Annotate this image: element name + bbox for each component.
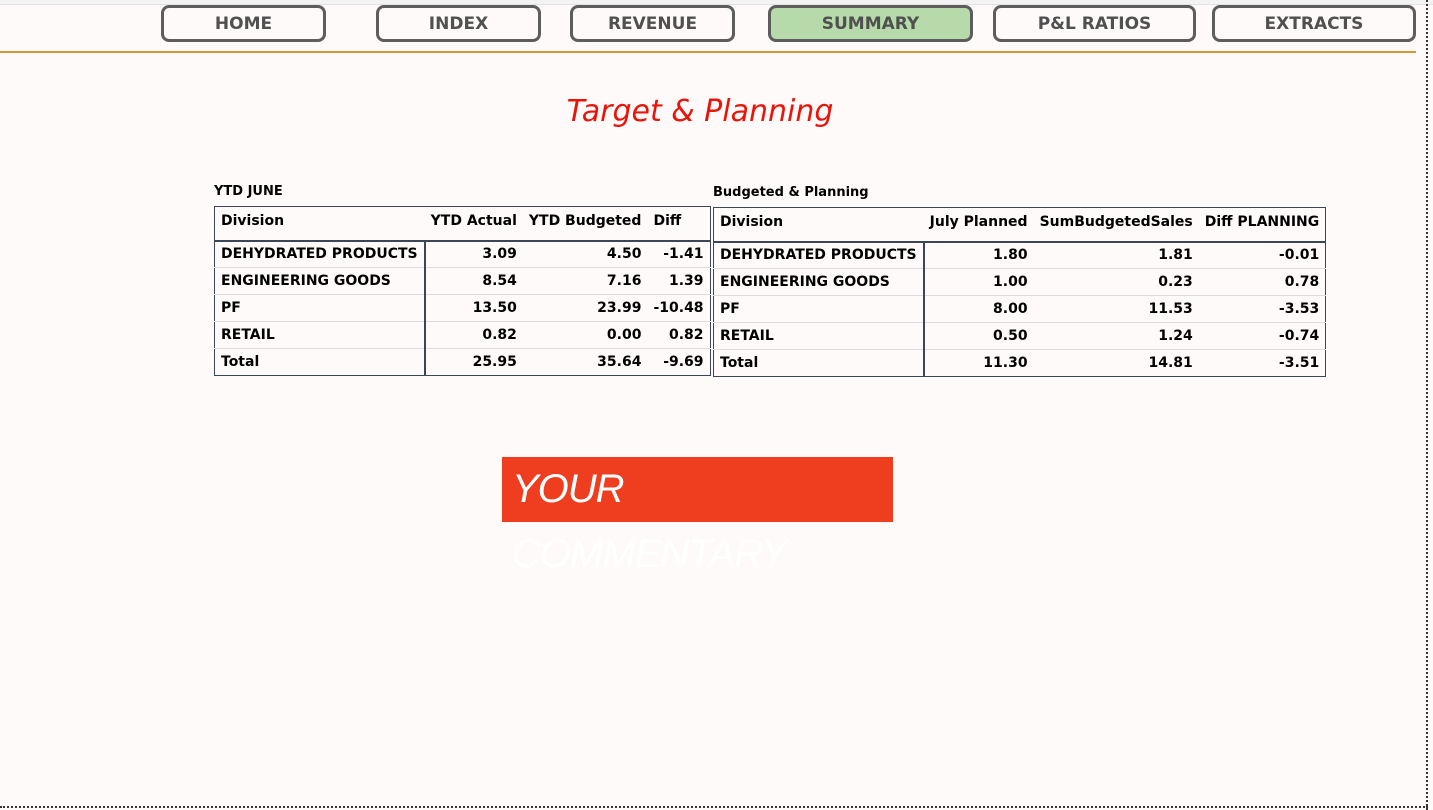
table-row[interactable]: PF 8.00 11.53 -3.53 [713, 295, 1326, 323]
table-header-row: Division July Planned SumBudgetedSales D… [713, 207, 1326, 243]
value-cell: 0.78 [1198, 268, 1326, 296]
total-value-cell: -3.51 [1278, 355, 1320, 371]
nav-revenue-button[interactable]: REVENUE [570, 5, 735, 42]
planning-table-label: Budgeted & Planning [713, 185, 869, 200]
nav-summary-button[interactable]: SUMMARY [768, 5, 973, 42]
planning-pivot-table[interactable]: Division July Planned SumBudgetedSales D… [713, 207, 1327, 377]
table-header-row: Division YTD Actual YTD Budgeted Diff [214, 206, 711, 242]
nav-extracts-button[interactable]: EXTRACTS [1212, 5, 1416, 42]
division-cell: ENGINEERING GOODS [214, 267, 426, 295]
value-cell: 11.53 [1033, 295, 1199, 323]
table-row[interactable]: RETAIL 0.82 0.00 0.82 [214, 321, 711, 349]
ytd-table-label: YTD JUNE [214, 184, 283, 199]
value-cell: 23.99 [522, 294, 648, 322]
column-header[interactable]: YTD Actual [424, 206, 523, 242]
value-cell: -1.41 [647, 240, 711, 268]
table-row[interactable]: RETAIL 0.50 1.24 -0.74 [713, 322, 1326, 350]
division-cell: RETAIL [713, 322, 925, 350]
value-cell: 7.16 [522, 267, 648, 295]
table-row[interactable]: ENGINEERING GOODS 1.00 0.23 0.78 [713, 268, 1326, 296]
column-header[interactable]: Division [713, 207, 924, 243]
table-total-row[interactable]: Total 25.95 35.64 -9.69 [214, 348, 711, 376]
value-cell: 3.09 [424, 240, 523, 268]
value-cell: 13.50 [424, 294, 523, 322]
page-bottom-border [0, 806, 1428, 808]
value-cell: 8.00 [923, 295, 1034, 323]
value-cell: -3.53 [1198, 295, 1326, 323]
column-header[interactable]: Diff PLANNING [1198, 207, 1326, 243]
value-cell: 1.81 [1033, 241, 1199, 269]
division-cell: DEHYDRATED PRODUCTS [214, 240, 426, 268]
value-cell: -0.74 [1198, 322, 1326, 350]
value-cell: 4.50 [522, 240, 648, 268]
page-title: Target & Planning [566, 94, 834, 129]
column-header[interactable]: Diff [647, 206, 711, 242]
division-cell: PF [713, 295, 925, 323]
total-label-cell: Total [214, 348, 426, 376]
division-cell: ENGINEERING GOODS [713, 268, 925, 296]
header-divider [0, 51, 1416, 53]
column-header[interactable]: YTD Budgeted [522, 206, 648, 242]
division-cell: PF [214, 294, 426, 322]
total-value-cell: 11.30 [983, 355, 1028, 371]
value-cell: 1.80 [923, 241, 1034, 269]
value-cell: 0.82 [424, 321, 523, 349]
total-value-cell: -9.69 [663, 354, 704, 370]
value-cell: 0.00 [522, 321, 648, 349]
total-value-cell: 35.64 [597, 354, 642, 370]
nav-home-button[interactable]: HOME [161, 5, 326, 42]
division-cell: DEHYDRATED PRODUCTS [713, 241, 925, 269]
column-header[interactable]: SumBudgetedSales [1033, 207, 1199, 243]
commentary-box[interactable]: YOUR COMMENTARY [502, 457, 893, 576]
value-cell: 1.00 [923, 268, 1034, 296]
value-cell: 0.23 [1033, 268, 1199, 296]
table-row[interactable]: DEHYDRATED PRODUCTS 3.09 4.50 -1.41 [214, 240, 711, 268]
total-value-cell: 14.81 [1148, 355, 1193, 371]
table-total-row[interactable]: Total 11.30 14.81 -3.51 [713, 349, 1326, 377]
division-cell: RETAIL [214, 321, 426, 349]
table-row[interactable]: ENGINEERING GOODS 8.54 7.16 1.39 [214, 267, 711, 295]
total-label-cell: Total [713, 349, 925, 377]
nav-index-button[interactable]: INDEX [376, 5, 541, 42]
column-header[interactable]: July Planned [923, 207, 1034, 243]
nav-pl-ratios-button[interactable]: P&L RATIOS [993, 5, 1196, 42]
value-cell: 8.54 [424, 267, 523, 295]
value-cell: 0.50 [923, 322, 1034, 350]
value-cell: 0.82 [647, 321, 711, 349]
table-row[interactable]: PF 13.50 23.99 -10.48 [214, 294, 711, 322]
value-cell: -0.01 [1198, 241, 1326, 269]
page-right-border [1426, 0, 1428, 810]
column-header[interactable]: Division [214, 206, 425, 242]
value-cell: 1.24 [1033, 322, 1199, 350]
ytd-pivot-table[interactable]: Division YTD Actual YTD Budgeted Diff DE… [214, 206, 711, 376]
value-cell: -10.48 [647, 294, 711, 322]
total-value-cell: 25.95 [472, 354, 517, 370]
table-row[interactable]: DEHYDRATED PRODUCTS 1.80 1.81 -0.01 [713, 241, 1326, 269]
value-cell: 1.39 [647, 267, 711, 295]
